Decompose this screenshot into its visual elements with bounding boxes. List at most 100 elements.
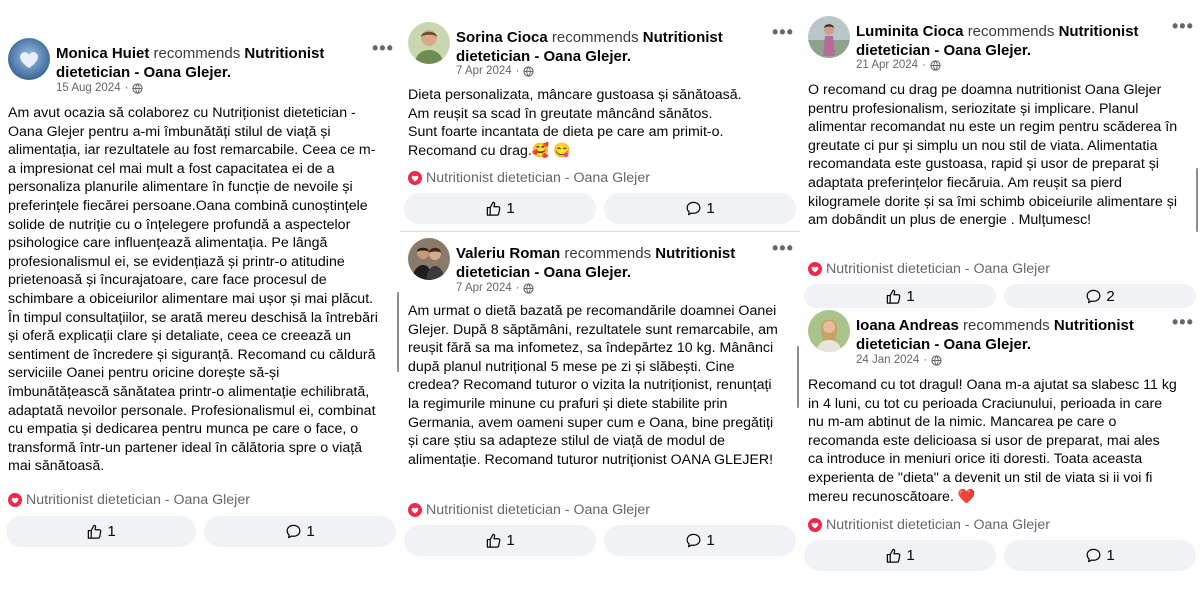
author-name[interactable]: Sorina Cioca xyxy=(456,29,548,46)
comment-count: 1 xyxy=(306,523,315,540)
more-options-icon[interactable]: ••• xyxy=(1172,312,1194,333)
comment-count: 1 xyxy=(1106,547,1115,564)
like-button[interactable]: 1 xyxy=(6,516,196,547)
like-button[interactable]: 1 xyxy=(404,193,596,224)
page-tag[interactable]: Nutritionist dietetician - Oana Glejer xyxy=(808,517,1050,533)
page-tag-label: Nutritionist dietetician - Oana Glejer xyxy=(426,170,650,186)
heart-circle-icon xyxy=(408,171,422,185)
post-header: Valeriu Roman recommends Nutritionist di… xyxy=(456,245,736,281)
like-button[interactable]: 1 xyxy=(404,525,596,556)
like-count: 1 xyxy=(506,532,515,549)
comment-count: 2 xyxy=(1106,287,1115,305)
post-header: Sorina Cioca recommends Nutritionist die… xyxy=(456,29,723,65)
review-text: Am urmat o dietă bazată pe recomandările… xyxy=(408,303,778,468)
comment-button[interactable]: 1 xyxy=(1004,540,1196,571)
like-button[interactable]: 1 xyxy=(804,284,996,308)
avatar[interactable] xyxy=(8,38,50,80)
comment-button[interactable]: 1 xyxy=(604,193,796,224)
like-count: 1 xyxy=(906,547,915,564)
page-name-line1[interactable]: Nutritionist xyxy=(1054,317,1134,334)
review-card: Sorina Cioca recommends Nutritionist die… xyxy=(400,0,800,232)
scrollbar[interactable] xyxy=(797,346,799,408)
thumb-up-icon xyxy=(887,289,901,304)
review-text: Am avut ocazia să colaborez cu Nutrițion… xyxy=(8,105,378,475)
recommends-text: recommends xyxy=(153,45,241,62)
thumb-up-icon xyxy=(88,524,102,539)
comment-icon xyxy=(686,533,701,548)
author-name[interactable]: Ioana Andreas xyxy=(856,317,959,334)
post-meta: 15 Aug 2024 · xyxy=(56,82,144,94)
recommends-text: recommends xyxy=(564,245,652,262)
review-card: Monica Huiet recommends Nutritionist die… xyxy=(0,0,400,560)
avatar[interactable] xyxy=(408,238,450,280)
post-meta: 21 Apr 2024 · xyxy=(856,59,941,71)
recommends-text: recommends xyxy=(551,29,639,46)
page-name-line2[interactable]: dietetician - Oana Glejer xyxy=(456,48,627,65)
more-options-icon[interactable]: ••• xyxy=(772,238,794,259)
avatar[interactable] xyxy=(808,310,850,352)
comment-button[interactable]: 2 xyxy=(1004,284,1196,308)
page-tag[interactable]: Nutritionist dietetician - Oana Glejer xyxy=(408,502,650,518)
like-button[interactable]: 1 xyxy=(804,540,996,571)
page-tag-label: Nutritionist dietetician - Oana Glejer xyxy=(826,261,1050,277)
heart-circle-icon xyxy=(808,262,822,276)
page-name-line1[interactable]: Nutritionist xyxy=(655,245,735,262)
more-options-icon[interactable]: ••• xyxy=(372,38,394,59)
thumb-up-icon xyxy=(487,201,501,216)
page-name-line1[interactable]: Nutritionist xyxy=(1059,23,1139,40)
scrollbar[interactable] xyxy=(1196,168,1198,232)
author-name[interactable]: Monica Huiet xyxy=(56,45,149,62)
page-tag-label: Nutritionist dietetician - Oana Glejer xyxy=(426,502,650,518)
comment-icon xyxy=(1086,289,1101,303)
page-name-line1[interactable]: Nutritionist xyxy=(643,29,723,46)
author-name[interactable]: Valeriu Roman xyxy=(456,245,560,262)
post-meta: 7 Apr 2024 · xyxy=(456,65,535,77)
page-name-line2[interactable]: dietetician - Oana Glejer xyxy=(856,336,1027,353)
review-card: Ioana Andreas recommends Nutritionist di… xyxy=(800,310,1200,600)
avatar[interactable] xyxy=(408,22,450,64)
post-date[interactable]: 24 Jan 2024 xyxy=(856,354,919,366)
page-tag-label: Nutritionist dietetician - Oana Glejer xyxy=(826,517,1050,533)
avatar[interactable] xyxy=(808,16,850,58)
like-count: 1 xyxy=(107,523,116,540)
review-text: Recomand cu tot dragul! Oana m-a ajutat … xyxy=(808,377,1177,505)
globe-icon xyxy=(132,82,144,94)
page-name-line2[interactable]: dietetician - Oana Glejer xyxy=(856,42,1027,59)
globe-icon xyxy=(931,354,942,366)
post-header: Ioana Andreas recommends Nutritionist di… xyxy=(856,317,1134,353)
thumb-up-icon xyxy=(887,548,901,563)
post-date[interactable]: 7 Apr 2024 xyxy=(456,65,512,77)
page-tag-label: Nutritionist dietetician - Oana Glejer xyxy=(26,492,250,508)
more-options-icon[interactable]: ••• xyxy=(772,22,794,43)
globe-icon xyxy=(523,65,535,77)
globe-icon xyxy=(523,282,535,294)
post-date[interactable]: 15 Aug 2024 xyxy=(56,82,121,94)
heart-circle-icon xyxy=(408,503,422,517)
recommends-text: recommends xyxy=(962,317,1050,334)
review-text: O recomand cu drag pe doamna nutritionis… xyxy=(808,82,1178,229)
comment-count: 1 xyxy=(706,200,715,217)
comment-button[interactable]: 1 xyxy=(204,516,396,547)
page-tag[interactable]: Nutritionist dietetician - Oana Glejer xyxy=(808,261,1050,277)
like-count: 1 xyxy=(906,287,915,305)
post-header: Luminita Cioca recommends Nutritionist d… xyxy=(856,23,1139,59)
author-name[interactable]: Luminita Cioca xyxy=(856,23,964,40)
comment-icon xyxy=(686,201,701,216)
page-name-line2[interactable]: dietetician - Oana Glejer xyxy=(56,64,227,81)
post-date[interactable]: 7 Apr 2024 xyxy=(456,282,512,294)
post-date[interactable]: 21 Apr 2024 xyxy=(856,59,918,71)
scrollbar[interactable] xyxy=(397,292,399,372)
review-text: Dieta personalizata, mâncare gustoasa și… xyxy=(408,87,742,159)
comment-button[interactable]: 1 xyxy=(604,525,796,556)
review-card: Valeriu Roman recommends Nutritionist di… xyxy=(400,232,800,562)
like-count: 1 xyxy=(506,200,515,217)
post-header: Monica Huiet recommends Nutritionist die… xyxy=(56,45,325,81)
page-name-line1[interactable]: Nutritionist xyxy=(244,45,324,62)
more-options-icon[interactable]: ••• xyxy=(1172,16,1194,37)
page-name-line2[interactable]: dietetician - Oana Glejer xyxy=(456,264,627,281)
page-tag[interactable]: Nutritionist dietetician - Oana Glejer xyxy=(408,170,650,186)
recommends-text: recommends xyxy=(967,23,1055,40)
page-tag[interactable]: Nutritionist dietetician - Oana Glejer xyxy=(8,492,250,508)
heart-circle-icon xyxy=(8,493,22,507)
post-meta: 24 Jan 2024 · xyxy=(856,354,942,366)
